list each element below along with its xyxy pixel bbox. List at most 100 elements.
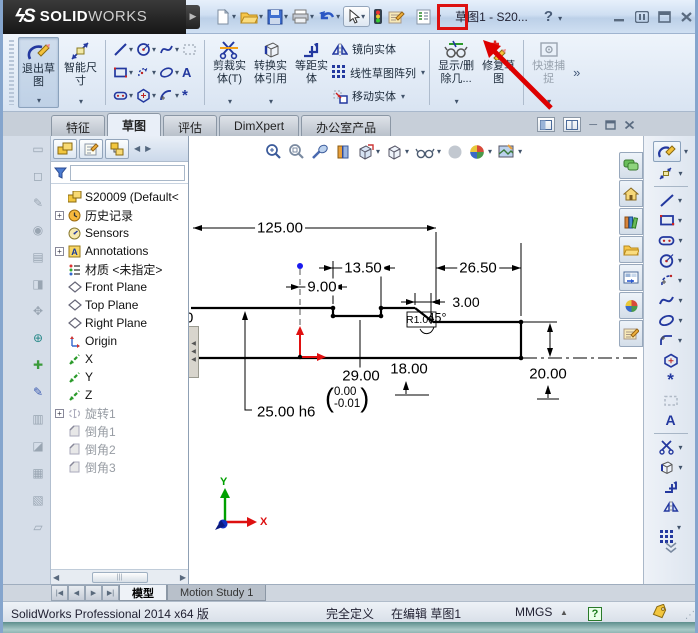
slot-tool[interactable]: ▾ bbox=[112, 88, 134, 103]
chevron-down-icon[interactable]: ▾ bbox=[678, 296, 682, 305]
tree-item-right-plane[interactable]: Right Plane bbox=[53, 314, 188, 332]
chevron-down-icon[interactable]: ▾ bbox=[678, 276, 682, 285]
previous-tab-button[interactable]: ◀ bbox=[68, 585, 85, 601]
chevron-down-icon[interactable]: ▾ bbox=[376, 147, 380, 156]
left-tool-icon-5[interactable]: ▤ bbox=[29, 248, 47, 266]
chevron-down-icon[interactable]: ▾ bbox=[678, 336, 682, 345]
tree-horizontal-scrollbar[interactable]: ◀ ||| ▶ bbox=[51, 569, 188, 584]
polygon-tool[interactable] bbox=[663, 353, 679, 368]
dimension-18[interactable]: 18.00 bbox=[388, 361, 430, 378]
chevron-down-icon[interactable]: ▾ bbox=[284, 12, 288, 21]
smart-dimension-button[interactable]: 智能尺 寸 ▾ bbox=[61, 37, 100, 108]
chevron-down-icon[interactable]: ▾ bbox=[678, 463, 682, 472]
point-tool[interactable]: * bbox=[667, 374, 674, 386]
sketch-point[interactable] bbox=[297, 263, 303, 269]
line-tool[interactable]: ▾ bbox=[112, 42, 134, 57]
units-dropdown-icon[interactable]: ▲ bbox=[560, 608, 568, 617]
dimension-45deg[interactable]: 45° bbox=[426, 311, 449, 325]
tree-item-sensors[interactable]: Sensors bbox=[53, 224, 188, 242]
chevron-down-icon[interactable]: ▾ bbox=[361, 12, 365, 21]
view-orientation-button[interactable]: ▾ bbox=[357, 144, 380, 160]
chevron-down-icon[interactable]: ▾ bbox=[152, 45, 156, 54]
new-file-button[interactable]: ▾ bbox=[214, 7, 237, 27]
text-tool[interactable]: A bbox=[665, 412, 675, 428]
chevron-down-icon[interactable]: ▾ bbox=[37, 96, 41, 105]
display-delete-relations-button[interactable]: 显示/删 除几... ▾ bbox=[435, 37, 477, 108]
chevron-down-icon[interactable]: ▾ bbox=[401, 92, 405, 101]
print-button[interactable]: ▾ bbox=[291, 7, 315, 26]
appearances-scenes-tab[interactable] bbox=[619, 292, 643, 319]
chevron-down-icon[interactable]: ▾ bbox=[175, 68, 179, 77]
dimension-tolerance[interactable]: ( 0.00 -0.01 ) bbox=[325, 385, 369, 411]
undo-button[interactable]: ▾ bbox=[317, 7, 341, 26]
chevron-down-icon[interactable]: ▾ bbox=[678, 256, 682, 265]
logo-expand-arrow[interactable]: ▶ bbox=[186, 5, 200, 29]
expand-icon[interactable]: + bbox=[55, 211, 64, 220]
chevron-down-icon[interactable]: ▾ bbox=[678, 196, 682, 205]
smart-dimension-tool[interactable] bbox=[658, 166, 675, 181]
appearances-button[interactable]: ▾ bbox=[469, 144, 492, 160]
tab-sketch[interactable]: 草图 bbox=[107, 113, 161, 136]
chevron-down-icon[interactable]: ▾ bbox=[678, 216, 682, 225]
text-tool[interactable]: A bbox=[181, 65, 192, 80]
ellipse-tool[interactable] bbox=[658, 314, 675, 327]
offset-entities-tool[interactable] bbox=[663, 480, 679, 494]
tree-item-axis-x[interactable]: X bbox=[53, 350, 188, 368]
chevron-down-icon[interactable]: ▾ bbox=[79, 97, 83, 106]
left-tool-icon-12[interactable]: ◪ bbox=[29, 437, 47, 455]
help-menu[interactable]: ? ▾ bbox=[544, 8, 562, 25]
convert-entities-tool[interactable] bbox=[658, 460, 675, 475]
tree-item-front-plane[interactable]: Front Plane bbox=[53, 278, 188, 296]
doc-minimize-button[interactable]: ─ bbox=[589, 120, 597, 130]
trim-entities-button[interactable]: 剪裁实 体(T) ▾ bbox=[210, 37, 249, 108]
chevron-down-icon[interactable]: ▾ bbox=[421, 68, 425, 77]
expand-icon[interactable]: + bbox=[55, 409, 64, 418]
move-entities-button[interactable]: 移动实体 ▾ bbox=[332, 85, 425, 107]
chevron-down-icon[interactable]: ▾ bbox=[678, 443, 682, 452]
tree-item-axis-y[interactable]: Y bbox=[53, 368, 188, 386]
spline-tool[interactable]: ▾ bbox=[158, 42, 180, 57]
mirror-entities-button[interactable]: 镜向实体 bbox=[332, 38, 425, 60]
chevron-down-icon[interactable]: ▾ bbox=[455, 97, 459, 106]
tree-item-chamfer2[interactable]: 倒角2 bbox=[53, 440, 188, 458]
rebuild-traffic-light-button[interactable] bbox=[372, 6, 384, 27]
chevron-down-icon[interactable]: ▾ bbox=[175, 91, 179, 100]
model-tab[interactable]: 模型 bbox=[119, 585, 167, 601]
design-library-tab[interactable] bbox=[619, 208, 643, 235]
polygon-tool[interactable]: ▾ bbox=[135, 88, 157, 103]
tab-evaluate[interactable]: 评估 bbox=[163, 115, 217, 136]
first-tab-button[interactable]: |◀ bbox=[51, 585, 68, 601]
linear-pattern-button[interactable]: 线性草图阵列 ▾ bbox=[332, 62, 425, 84]
spline-tool[interactable] bbox=[658, 293, 675, 307]
dimension-9[interactable]: 9.00 bbox=[305, 279, 338, 296]
slot-tool[interactable] bbox=[658, 234, 675, 247]
comments-tab[interactable] bbox=[619, 152, 643, 179]
rectangle-tool[interactable]: ▾ bbox=[112, 65, 134, 80]
display-style-button[interactable]: ▾ bbox=[386, 144, 409, 160]
configurationmanager-tab[interactable] bbox=[105, 139, 129, 159]
toolbar-overflow-button[interactable]: » bbox=[573, 65, 580, 80]
doc-close-button[interactable] bbox=[624, 120, 635, 130]
chevron-down-icon[interactable]: ▾ bbox=[259, 12, 263, 21]
centerpoint-arc-tool[interactable] bbox=[659, 273, 675, 288]
chevron-down-icon[interactable]: ▾ bbox=[518, 147, 522, 156]
toolbar-grip[interactable] bbox=[9, 40, 14, 105]
dimension-25-h6[interactable]: 25.00 h6 bbox=[255, 404, 317, 421]
propertymanager-tab[interactable] bbox=[79, 139, 103, 159]
sketch-fillet-tool[interactable] bbox=[659, 333, 675, 347]
ellipse-tool[interactable]: ▾ bbox=[158, 65, 180, 80]
hide-show-items-button[interactable]: ▾ bbox=[415, 145, 441, 159]
linear-pattern-tool[interactable] bbox=[660, 520, 674, 534]
left-tool-icon-14[interactable]: ▧ bbox=[29, 491, 47, 509]
panel-splitter-handle[interactable]: ◀ ◀ ◀ bbox=[189, 326, 199, 378]
chevron-down-icon[interactable]: ▾ bbox=[677, 523, 681, 532]
left-tool-icon-9[interactable]: ✚ bbox=[29, 356, 47, 374]
point-tool[interactable]: * bbox=[181, 91, 189, 101]
chevron-down-icon[interactable]: ▾ bbox=[678, 169, 682, 178]
chevron-down-icon[interactable]: ▾ bbox=[152, 68, 156, 77]
options-button[interactable] bbox=[414, 7, 434, 27]
chevron-down-icon[interactable]: ▾ bbox=[129, 45, 133, 54]
left-tool-icon-8[interactable]: ⊕ bbox=[29, 329, 47, 347]
chevron-down-icon[interactable]: ▾ bbox=[175, 45, 179, 54]
scroll-left-icon[interactable]: ◀ bbox=[53, 573, 59, 582]
